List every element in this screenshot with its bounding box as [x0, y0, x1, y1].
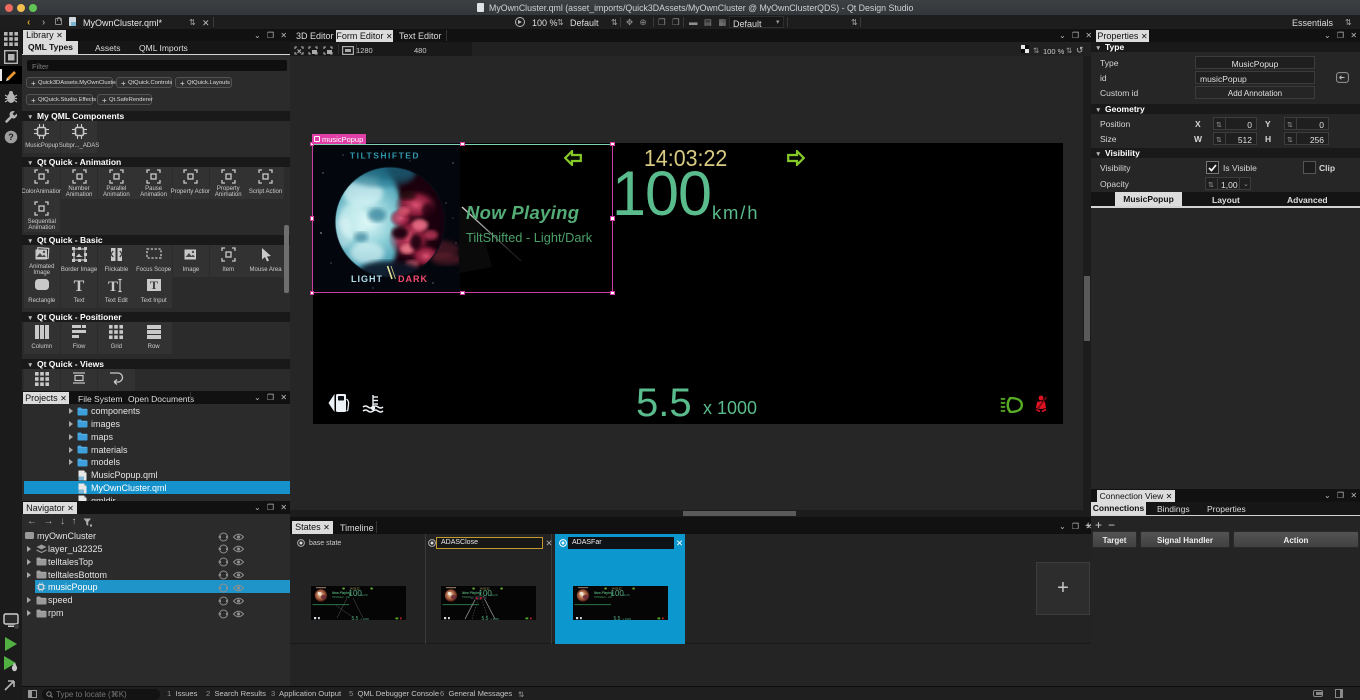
svg-text:km/h: km/h	[361, 593, 368, 597]
svg-text:T: T	[74, 278, 85, 293]
svg-text:DARK: DARK	[398, 274, 428, 284]
svg-text:5.5: 5.5	[482, 616, 489, 621]
svg-text:5.5: 5.5	[352, 616, 359, 621]
svg-text:?: ?	[8, 132, 14, 142]
svg-text:LIGHT: LIGHT	[351, 274, 383, 284]
svg-text:5.5: 5.5	[614, 616, 621, 621]
svg-text:T: T	[108, 279, 118, 293]
svg-text:TILTSHIFTED: TILTSHIFTED	[350, 151, 420, 161]
svg-text:km/h: km/h	[623, 593, 630, 597]
svg-text:x 1000: x 1000	[361, 617, 370, 621]
svg-text:TiltShifted - L/D: TiltShifted - L/D	[332, 595, 350, 599]
svg-text:x 1000: x 1000	[491, 617, 500, 621]
svg-text:T: T	[150, 278, 158, 292]
svg-text:TiltShifted - L/D: TiltShifted - L/D	[594, 595, 612, 599]
svg-text:km/h: km/h	[491, 593, 498, 597]
svg-text:x 1000: x 1000	[623, 617, 632, 621]
